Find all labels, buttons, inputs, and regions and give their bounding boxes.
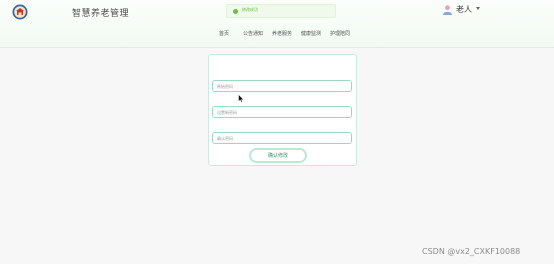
- nav-item-announcements[interactable]: 公告通知: [243, 30, 263, 37]
- confirm-change-button[interactable]: 确认修改: [249, 148, 307, 163]
- top-header: 智慧养老管理 修改成功 老人 首页 公告通知 养老服务 健康监测 护理陪同: [0, 0, 554, 48]
- toast-message: 修改成功: [242, 7, 258, 12]
- confirm-password-field[interactable]: [212, 132, 352, 144]
- change-password-card: 确认修改: [208, 54, 357, 166]
- mouse-pointer-icon: [238, 94, 244, 103]
- new-password-field[interactable]: [212, 106, 352, 118]
- caret-down-icon[interactable]: [476, 7, 480, 10]
- app-title: 智慧养老管理: [72, 9, 130, 19]
- nav-item-health-monitoring[interactable]: 健康监测: [301, 30, 321, 37]
- nav-item-home[interactable]: 首页: [219, 30, 229, 37]
- user-avatar-icon[interactable]: [442, 4, 453, 15]
- old-password-field[interactable]: [212, 80, 352, 92]
- app-root: 智慧养老管理 修改成功 老人 首页 公告通知 养老服务 健康监测 护理陪同 确认…: [0, 0, 554, 264]
- check-circle-icon: [233, 9, 238, 14]
- success-toast: 修改成功: [226, 4, 336, 18]
- main-nav: 首页 公告通知 养老服务 健康监测 护理陪同: [0, 30, 554, 40]
- nav-item-nursing-escort[interactable]: 护理陪同: [330, 30, 350, 37]
- user-name[interactable]: 老人: [456, 4, 472, 15]
- temple-logo-icon[interactable]: [12, 4, 28, 20]
- watermark: CSDN @vx2_CXKF10088: [422, 247, 521, 256]
- nav-item-elderly-services[interactable]: 养老服务: [272, 30, 292, 37]
